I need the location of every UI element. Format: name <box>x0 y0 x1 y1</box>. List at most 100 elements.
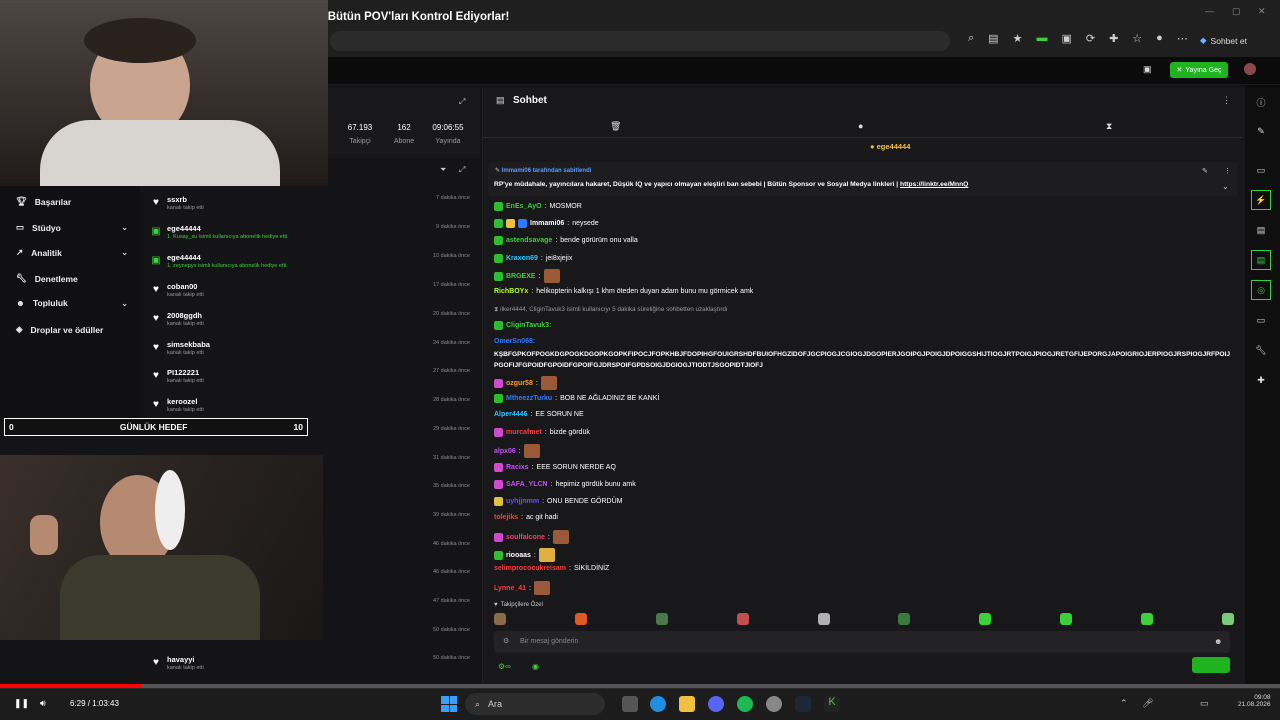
filter-icon[interactable]: ⏷ <box>440 165 446 175</box>
quick-actions-icon[interactable]: ⚡ <box>1251 190 1271 210</box>
chat-message: murcafmet: bizde gördük <box>494 428 590 437</box>
taskbar <box>0 688 1280 720</box>
discord-icon[interactable] <box>708 696 724 712</box>
wifi-icon[interactable]: ▭ <box>1200 698 1209 709</box>
chat-rail-icon[interactable]: ▤ <box>1251 250 1271 270</box>
chat-message: Kraxon69: jei8xjejix <box>494 254 572 263</box>
settings-icon[interactable]: ⚙ <box>503 637 509 645</box>
more-vertical-icon[interactable]: ⋮ <box>1222 95 1231 106</box>
emote[interactable] <box>979 613 992 625</box>
long-message-text: KŞBFGPKOFPOGKDGPOGKDGOPKGOPKFIPOCJFOPKHB… <box>494 351 1231 369</box>
puzzle-icon[interactable]: ✚ <box>1251 370 1271 390</box>
send-button[interactable] <box>1192 657 1230 673</box>
expand-activity-icon[interactable]: ⤢ <box>459 165 465 175</box>
kick-app-icon[interactable]: K <box>824 696 840 712</box>
volume-icon[interactable]: 🔊︎ <box>40 698 46 709</box>
emote[interactable] <box>1060 613 1073 625</box>
extension-icon[interactable]: ▬ <box>1036 32 1047 45</box>
chevron-up-icon[interactable]: ⌃ <box>1120 698 1128 709</box>
emote[interactable] <box>898 613 911 625</box>
activity-item[interactable]: ♥ havayyi kanalı takip etti 50 dakika önce <box>150 648 476 676</box>
activity-item[interactable]: ♥ simsekbaba kanalı takip etti 24 dakika ön… <box>150 333 476 361</box>
badge-icon <box>494 428 503 437</box>
go-live-button[interactable]: ✕ Yayına Geç <box>1170 62 1228 78</box>
address-bar[interactable] <box>330 31 950 51</box>
emote[interactable] <box>1141 613 1153 625</box>
badge-icon <box>494 394 503 403</box>
puzzle-icon[interactable]: ✚ <box>1109 32 1118 45</box>
profile-icon[interactable]: ● <box>1156 32 1163 45</box>
task-view-icon[interactable] <box>622 696 638 712</box>
pause-icon[interactable]: ❚❚ <box>14 698 29 709</box>
hourglass-icon[interactable]: ⧗ <box>1106 121 1112 132</box>
favorites-icon[interactable]: ☆ <box>1132 32 1142 45</box>
sidebar-item-drops[interactable]: ◈ Droplar ve ödüller <box>16 324 128 335</box>
sidebar-item-studio[interactable]: ▭ Stüdyo ⌄ <box>16 222 128 233</box>
heart-icon: ♥ <box>153 313 159 324</box>
emote[interactable] <box>494 613 506 625</box>
emote[interactable] <box>817 613 830 625</box>
x-icon: ✕ <box>1176 67 1183 74</box>
windows-start-icon[interactable] <box>441 696 457 712</box>
target-icon[interactable]: ◎ <box>1251 280 1271 300</box>
pinned-link[interactable]: https://linktr.ee/MnnQ <box>900 181 968 188</box>
star-icon[interactable]: ★ <box>1013 32 1023 45</box>
emote[interactable] <box>1221 613 1234 625</box>
mic-icon[interactable]: 🎤︎ <box>1142 698 1153 709</box>
emote[interactable] <box>736 613 749 625</box>
activity-item[interactable]: ♥ PI122221 kanalı takip etti 27 dakika önce <box>150 361 476 389</box>
activity-item[interactable]: ▣ ege44444 1. zeynepys isimli kullanıcıya … <box>150 246 476 274</box>
chrome-icon[interactable] <box>766 696 782 712</box>
list-icon[interactable]: ▭ <box>1251 310 1271 330</box>
emote-picker-icon[interactable]: ◉ <box>532 662 539 671</box>
taskbar-search[interactable]: ⌕ Ara <box>465 693 605 715</box>
activity-item[interactable]: ♥ ssxrb kanalı takip etti 7 dakika önce <box>150 188 476 216</box>
video-icon[interactable]: ▭ <box>1251 160 1271 180</box>
emote <box>534 581 550 595</box>
sidebar-item-analytics[interactable]: ↗ Analitik ⌄ <box>16 247 128 258</box>
maximize-icon[interactable]: ▢ <box>1232 6 1241 17</box>
drop-icon: ◈ <box>16 324 23 334</box>
close-icon[interactable]: ✕ <box>1258 6 1266 17</box>
chat-bubble-icon[interactable]: ● <box>858 121 863 131</box>
emote[interactable] <box>574 613 587 625</box>
edge-icon[interactable] <box>650 696 666 712</box>
sidebar-item-community[interactable]: ☻ Topluluk ⌄ <box>16 298 128 308</box>
expand-icon[interactable]: ⤢ <box>459 97 465 107</box>
taskbar-clock[interactable]: 09:08 21.08.2026 <box>1238 694 1271 708</box>
wrench-icon[interactable]: 🔧︎ <box>1251 340 1271 360</box>
emoji-icon[interactable]: ☻ <box>1214 637 1222 646</box>
reader-icon[interactable]: ▤ <box>988 32 998 45</box>
activity-item[interactable]: ▣ ege44444 1. Kusay_su isimli kullanıcıya … <box>150 217 476 245</box>
kick-icon[interactable]: ▣ <box>1143 64 1152 75</box>
emote[interactable] <box>655 613 668 625</box>
chat-message: alpx06: <box>494 444 540 458</box>
info-icon[interactable]: ⓘ <box>1251 92 1271 112</box>
chat-settings-icon[interactable]: ⚙∞ <box>498 662 511 671</box>
steam-icon[interactable] <box>795 696 811 712</box>
badge-icon <box>494 532 503 542</box>
refresh-icon[interactable]: ⟳ <box>1086 32 1095 45</box>
zoom-icon[interactable]: ⌕ <box>968 32 974 45</box>
emote-bar[interactable] <box>494 613 1234 627</box>
more-icon[interactable]: ⋯ <box>1177 32 1188 45</box>
edit-icon[interactable]: ✎ <box>1251 121 1271 141</box>
chevron-down-icon[interactable]: ⌄ <box>1222 182 1229 191</box>
sidebar-item-achievements[interactable]: 🏆︎ Başarılar <box>16 196 128 207</box>
trash-icon[interactable]: 🗑︎ <box>610 121 621 132</box>
activity-item[interactable]: ♥ keroozel kanalı takip etti 28 dakika önce <box>150 390 476 418</box>
twitch-icon[interactable]: ▣ <box>1061 32 1071 45</box>
sidebar-item-moderation[interactable]: 🔧︎ Denetleme <box>16 273 128 284</box>
activity-item[interactable]: ♥ 2008ggdh kanalı takip etti 20 dakika önce <box>150 304 476 332</box>
unpin-icon[interactable]: ✎ <box>1202 167 1208 175</box>
folder-icon[interactable] <box>679 696 695 712</box>
minimize-icon[interactable]: — <box>1205 6 1214 16</box>
doc-icon[interactable]: ▤ <box>1251 220 1271 240</box>
video-time: 6:29 / 1:03:43 <box>70 699 119 708</box>
avatar[interactable] <box>1244 63 1256 75</box>
pin-menu-icon[interactable]: ⋮ <box>1224 167 1231 175</box>
spotify-icon[interactable] <box>737 696 753 712</box>
activity-item[interactable]: ♥ coban00 kanalı takip etti 17 dakika önce <box>150 275 476 303</box>
copilot-chat-button[interactable]: ◆ Sohbet et <box>1200 32 1247 49</box>
chat-input[interactable]: ⚙ Bir mesaj gönderin ☻ <box>494 631 1230 653</box>
